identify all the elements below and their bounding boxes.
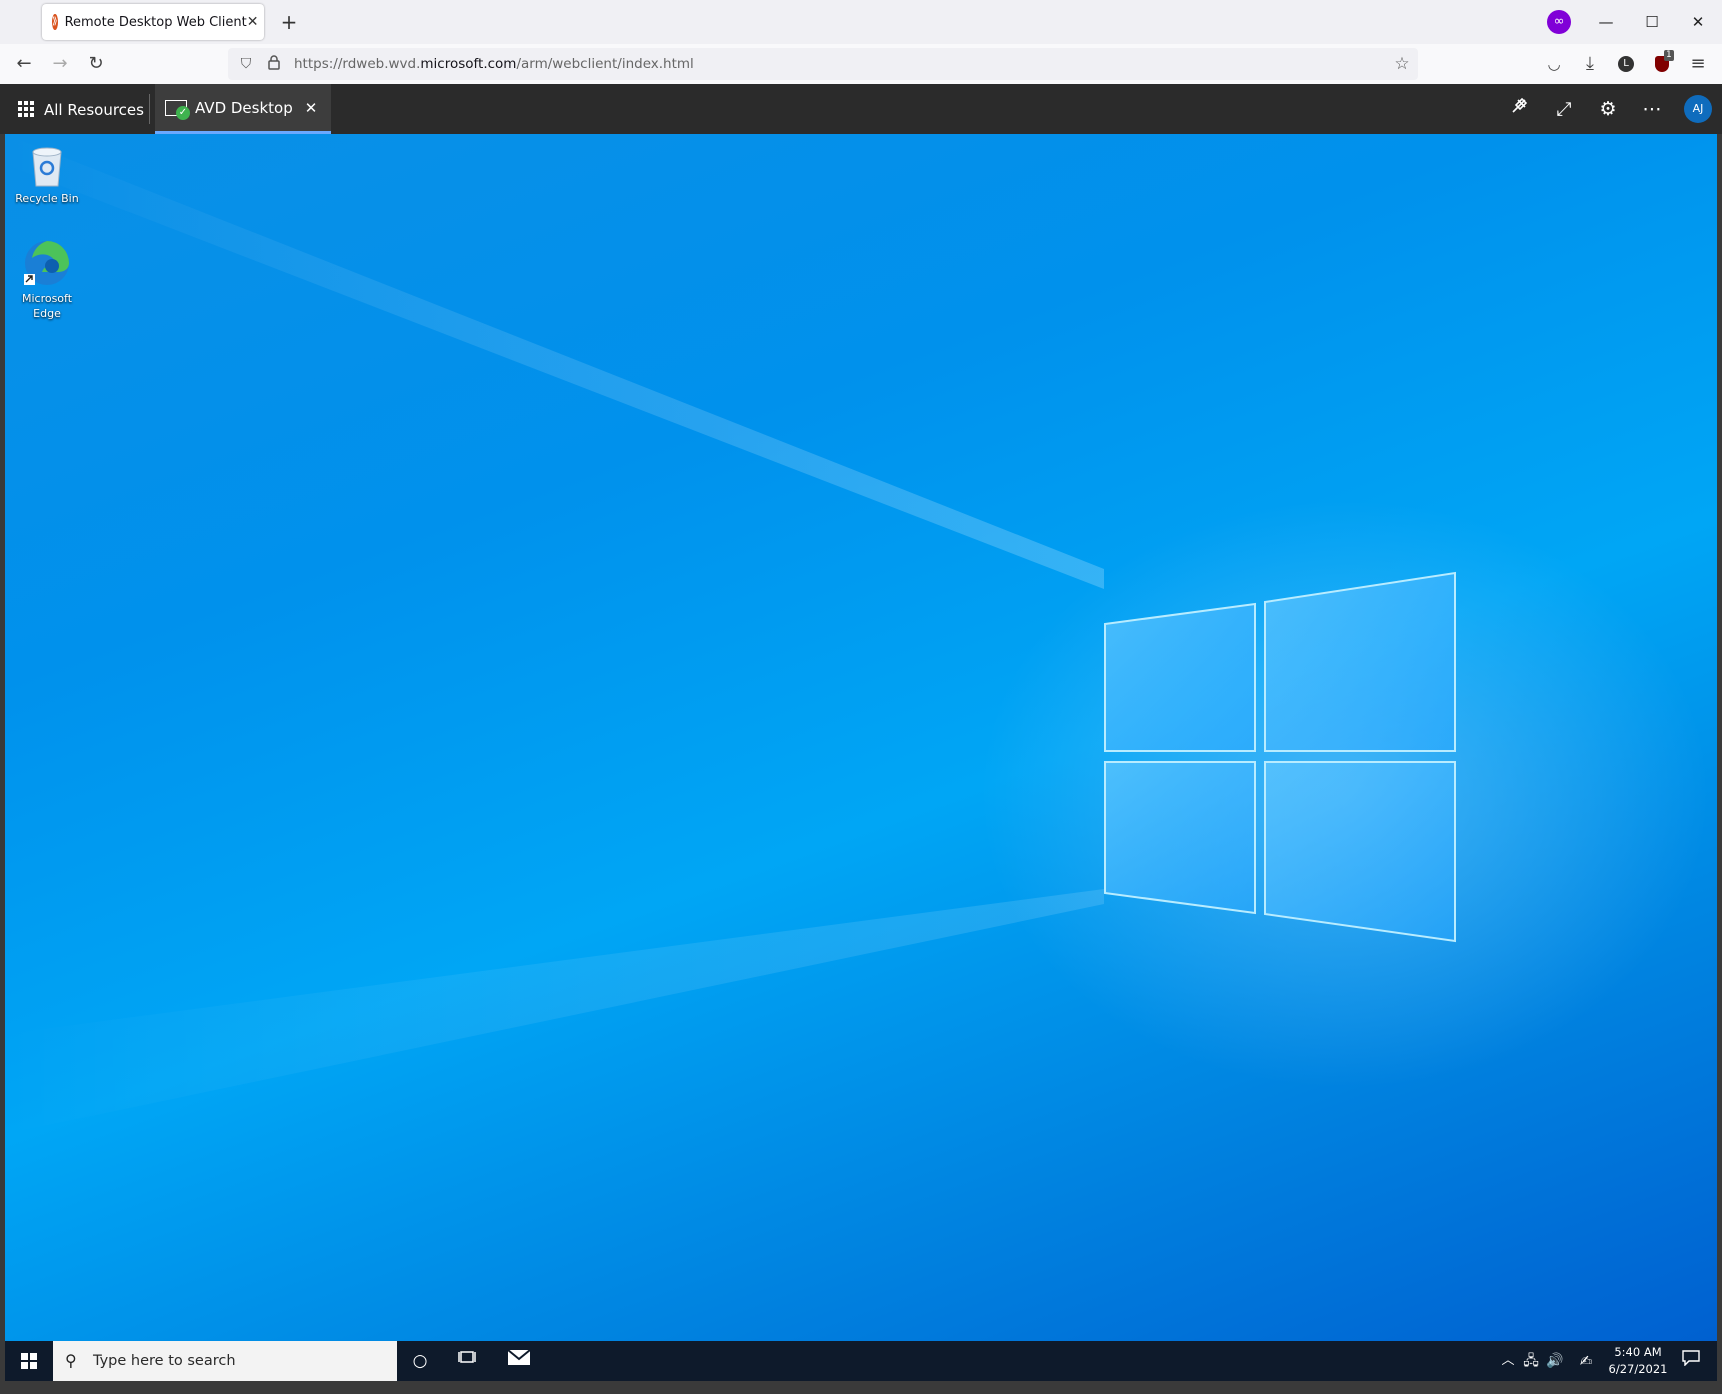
- reload-icon[interactable]: ↻: [82, 50, 110, 78]
- close-tab-icon[interactable]: ✕: [247, 14, 259, 30]
- url-text[interactable]: https://rdweb.wvd.microsoft.com/arm/webc…: [294, 48, 694, 80]
- disconnect-icon[interactable]: [1505, 94, 1535, 124]
- cortana-icon[interactable]: ○: [406, 1347, 434, 1375]
- microsoft-edge-icon: [22, 238, 72, 288]
- hamburger-menu-icon[interactable]: ≡: [1684, 50, 1712, 78]
- remote-desktop-favicon-icon: ⟫: [52, 14, 58, 30]
- action-center-notification-icon[interactable]: [1677, 1347, 1705, 1375]
- pen-workspace-icon[interactable]: ✍: [1572, 1347, 1600, 1375]
- desktop-icon-microsoft-edge[interactable]: Microsoft Edge: [9, 230, 85, 321]
- close-window-button[interactable]: ✕: [1678, 6, 1718, 38]
- close-session-icon[interactable]: ✕: [301, 84, 321, 132]
- session-tab-avd-desktop[interactable]: ✓ AVD Desktop ✕: [155, 84, 331, 134]
- tracking-shield-icon[interactable]: ⛉: [236, 54, 256, 74]
- address-bar[interactable]: ⛉ https://rdweb.wvd.microsoft.com/arm/we…: [228, 48, 1418, 80]
- rd-client-bottom-border: [0, 1381, 1722, 1394]
- browser-tab-title: Remote Desktop Web Client: [64, 14, 247, 30]
- search-placeholder: Type here to search: [93, 1353, 236, 1369]
- lock-icon[interactable]: [264, 54, 284, 74]
- private-browsing-icon: ∞: [1547, 10, 1571, 34]
- remote-desktop-canvas[interactable]: Recycle Bin Microsoft Edge: [5, 134, 1717, 1341]
- clock-date: 6/27/2021: [1608, 1362, 1668, 1376]
- header-divider: [149, 94, 150, 124]
- minimize-window-button[interactable]: —: [1586, 6, 1626, 38]
- session-tab-label: AVD Desktop: [195, 99, 293, 117]
- rd-client-header: All Resources ✓ AVD Desktop ✕ ⤢ ⚙ ⋯ AJ: [0, 84, 1722, 134]
- windows-logo-icon: [21, 1353, 37, 1369]
- connected-check-icon: ✓: [176, 106, 190, 120]
- task-view-icon[interactable]: [453, 1347, 481, 1375]
- ublock-extension-icon[interactable]: 1: [1648, 50, 1676, 78]
- maximize-window-button[interactable]: ☐: [1632, 6, 1672, 38]
- taskbar-clock[interactable]: 5:40 AM 6/27/2021: [1601, 1344, 1675, 1378]
- desktop-icon-label: Recycle Bin: [15, 192, 79, 205]
- clock-time: 5:40 AM: [1614, 1345, 1662, 1359]
- browser-nav-bar: ← → ↻ ⛉ https://rdweb.wvd.microsoft.com/…: [0, 44, 1722, 85]
- forward-arrow-icon[interactable]: →: [46, 50, 74, 78]
- taskbar-search-box[interactable]: ⚲ Type here to search: [53, 1341, 397, 1381]
- desktop-icon-label: Microsoft Edge: [21, 292, 73, 320]
- profile-extension-icon[interactable]: L: [1612, 50, 1640, 78]
- all-resources-link[interactable]: All Resources: [44, 84, 144, 136]
- app-launcher-waffle-icon[interactable]: [18, 101, 34, 117]
- new-tab-button[interactable]: +: [276, 9, 302, 35]
- windows-wallpaper: [5, 134, 1456, 1134]
- windows-taskbar: ⚲ Type here to search ○ ︿ 🖧 🔊 ✍ 5:40 AM …: [5, 1341, 1717, 1381]
- pocket-icon[interactable]: ◡: [1540, 50, 1568, 78]
- start-button[interactable]: [5, 1341, 53, 1381]
- desktop-icon-recycle-bin[interactable]: Recycle Bin: [9, 138, 85, 206]
- extension-badge: 1: [1664, 50, 1674, 61]
- recycle-bin-icon: [30, 146, 64, 188]
- back-arrow-icon[interactable]: ←: [10, 50, 38, 78]
- user-avatar[interactable]: AJ: [1684, 95, 1712, 123]
- volume-icon[interactable]: 🔊: [1541, 1347, 1569, 1375]
- browser-tab-strip: ⟫ Remote Desktop Web Client ✕ + ∞ — ☐ ✕: [0, 0, 1722, 44]
- mail-icon[interactable]: [505, 1347, 533, 1375]
- downloads-icon[interactable]: ⤓: [1576, 50, 1604, 78]
- fullscreen-expand-icon[interactable]: ⤢: [1549, 94, 1579, 124]
- settings-gear-icon[interactable]: ⚙: [1593, 94, 1623, 124]
- browser-tab[interactable]: ⟫ Remote Desktop Web Client ✕: [42, 4, 264, 40]
- bookmark-star-icon[interactable]: ☆: [1392, 54, 1412, 74]
- more-options-icon[interactable]: ⋯: [1637, 94, 1667, 124]
- search-icon: ⚲: [65, 1351, 77, 1370]
